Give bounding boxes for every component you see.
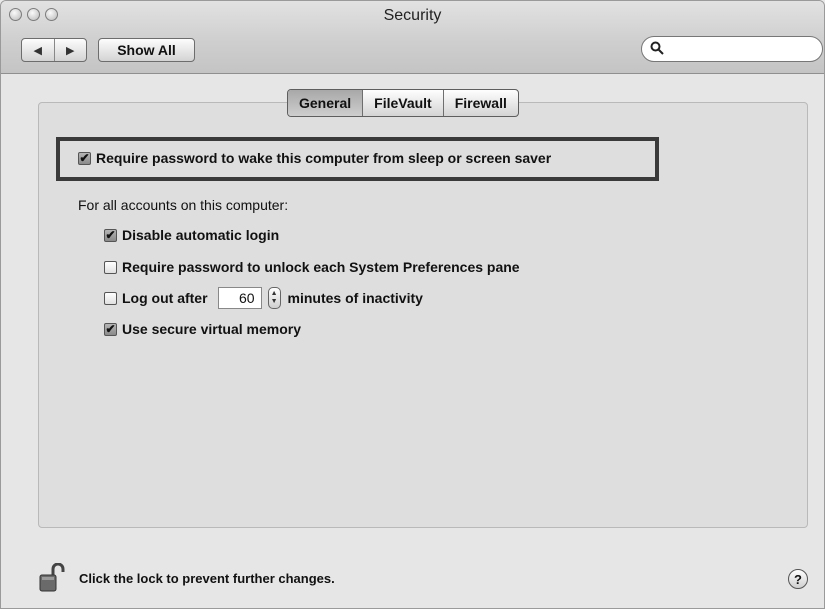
stepper-down-icon: ▼ [270, 298, 278, 305]
show-all-button[interactable]: Show All [98, 38, 195, 62]
disable-auto-login-checkbox[interactable]: ✔ [104, 228, 117, 242]
require-pref-password-option[interactable]: Require password to unlock each System P… [104, 259, 520, 275]
search-field[interactable] [641, 36, 823, 62]
require-wake-password-label: Require password to wake this computer f… [96, 150, 552, 166]
back-button[interactable]: ◀ [22, 39, 54, 61]
secure-vm-option[interactable]: ✔ Use secure virtual memory [104, 321, 301, 337]
window-title: Security [383, 7, 442, 24]
lock-status-text: Click the lock to prevent further change… [79, 571, 335, 586]
logout-minutes-field[interactable]: 60 [217, 287, 262, 309]
secure-vm-label: Use secure virtual memory [122, 321, 301, 337]
require-wake-password-checkbox[interactable]: ✔ [78, 151, 91, 165]
stepper-up-icon: ▲ [270, 290, 278, 297]
tab-firewall[interactable]: Firewall [442, 90, 518, 116]
forward-button[interactable]: ▶ [53, 39, 87, 61]
require-wake-password-option[interactable]: ✔ Require password to wake this computer… [78, 150, 551, 166]
back-forward-control: ◀ ▶ [21, 38, 87, 62]
disable-auto-login-label: Disable automatic login [122, 227, 280, 243]
help-button[interactable]: ? [788, 569, 808, 589]
accounts-header: For all accounts on this computer: [78, 197, 289, 213]
logout-option: Log out after 60 ▲ ▼ minutes of inactivi… [104, 287, 423, 309]
tab-filevault[interactable]: FileVault [362, 90, 443, 116]
search-icon [650, 41, 664, 58]
require-pref-password-checkbox[interactable] [104, 260, 117, 274]
security-preferences-window: Security ◀ ▶ Show All General FileVault … [0, 0, 825, 609]
logout-label-before: Log out after [122, 290, 208, 306]
lock-open-icon[interactable] [38, 562, 66, 593]
tab-bar: General FileVault Firewall [287, 89, 519, 117]
toolbar: Security ◀ ▶ Show All [1, 1, 824, 74]
require-pref-password-label: Require password to unlock each System P… [122, 259, 520, 275]
logout-checkbox[interactable] [104, 291, 117, 305]
tab-general[interactable]: General [288, 90, 363, 116]
disable-auto-login-option[interactable]: ✔ Disable automatic login [104, 227, 279, 243]
logout-minutes-stepper[interactable]: ▲ ▼ [267, 287, 281, 309]
logout-label-after: minutes of inactivity [287, 290, 423, 306]
secure-vm-checkbox[interactable]: ✔ [104, 322, 117, 336]
